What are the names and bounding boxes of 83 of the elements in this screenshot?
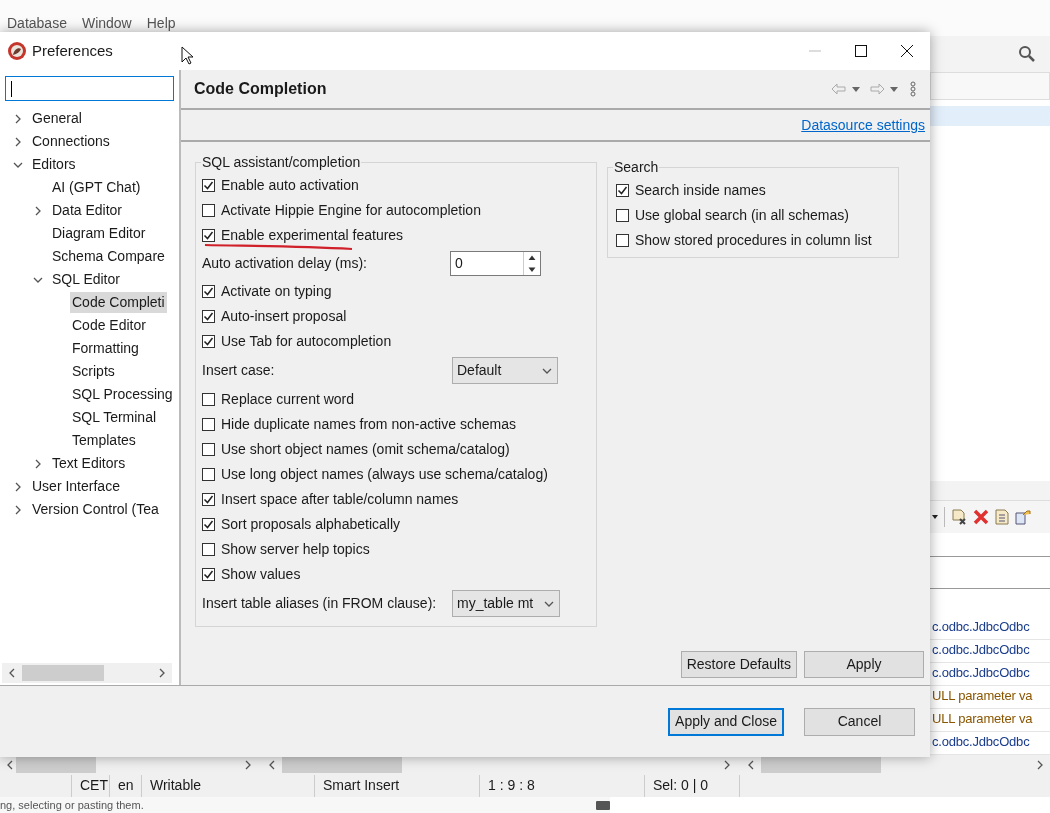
page-button[interactable]: Restore Defaults [680,651,797,678]
dropdown[interactable]: Default [452,357,558,384]
checkbox-label: Show values [221,565,301,584]
tree-item[interactable]: General [30,108,84,129]
checkbox[interactable] [202,493,215,506]
checkbox-label: Use short object names (omit schema/catalog) [221,440,510,459]
tree-item[interactable]: Text Editors [50,453,128,474]
dialog-button[interactable]: Cancel [804,707,915,736]
tree-item[interactable]: Editors [30,154,78,175]
mouse-pointer-icon [181,46,195,66]
field-label: Insert case: [202,361,276,380]
tree-item[interactable]: Diagram Editor [50,223,148,244]
tree-item[interactable]: Data Editor [50,200,125,221]
caret-icon[interactable] [932,513,938,520]
field-label: Auto activation delay (ms): [202,254,368,273]
checkbox-label: Activate Hippie Engine for autocompletion [221,201,481,220]
checkbox[interactable] [202,443,215,456]
checkbox[interactable] [202,418,215,431]
checkbox[interactable] [616,234,629,247]
tree-item[interactable]: Scripts [70,361,117,382]
window-title: Preferences [32,40,113,61]
checkbox-label: Enable auto activation [221,176,359,195]
horizontal-scrollbar[interactable] [2,663,172,683]
checkbox-label: Auto-insert proposal [221,307,347,326]
checkbox-label: Enable experimental features [221,226,404,245]
dialog-button[interactable]: Apply and Close [668,707,784,736]
menu-item[interactable]: Help [146,12,176,34]
checkbox-label: Activate on typing [221,282,332,301]
tree-item[interactable]: Connections [30,131,112,152]
checkbox[interactable] [202,543,215,556]
checkbox-label: Insert space after table/column names [221,490,459,509]
page-title: Code Completion [194,79,327,99]
checkbox[interactable] [202,204,215,217]
number-field[interactable]: 0 [450,251,541,276]
menu-item[interactable]: Window [81,12,132,34]
tree-item[interactable]: SQL Terminal [70,407,159,428]
checkbox[interactable] [202,568,215,581]
checkbox[interactable] [616,184,629,197]
menu-item[interactable]: Database [7,12,67,34]
checkbox-label: Use global search (in all schemas) [635,206,849,225]
checkbox-label: Show stored procedures in column list [635,231,872,250]
page-button[interactable]: Apply [804,651,924,678]
checkbox[interactable] [202,285,215,298]
document-remove-icon[interactable] [951,508,967,525]
checkbox-label: Use long object names (always use schema/catalog) [221,465,548,484]
tree-item[interactable]: Templates [70,430,138,451]
field-label: Insert table aliases (in FROM clause): [202,594,438,613]
tree-item[interactable]: User Interface [30,476,122,497]
tree-item[interactable]: SQL Processing [70,384,175,405]
delete-icon[interactable] [973,508,989,525]
checkbox[interactable] [202,229,215,242]
datasource-settings-link[interactable]: Datasource settings [801,114,925,136]
checkbox[interactable] [202,335,215,348]
more-options-icon[interactable] [909,81,917,97]
group-title: Search [613,158,660,177]
tree-item[interactable]: SQL Editor [50,269,122,290]
checkbox-label: Use Tab for autocompletion [221,332,392,351]
group-title: SQL assistant/completion [201,153,362,172]
status-cell: Sel: 0 | 0 [645,774,740,797]
dropdown[interactable]: my_table mt [452,590,561,617]
checkbox-label: Hide duplicate names from non-active schemas [221,415,516,434]
checkbox-label: Show server help topics [221,540,370,559]
checkbox[interactable] [202,179,215,192]
tree-item[interactable]: Code Editor [70,315,148,336]
checkbox[interactable] [202,518,215,531]
document-icon[interactable] [995,508,1009,525]
checkbox-label: Sort proposals alphabetically [221,515,400,534]
checkbox[interactable] [202,310,215,323]
document-export-icon[interactable] [1015,508,1031,525]
checkbox-label: Search inside names [635,181,766,200]
tree-item[interactable]: Version Control (Tea [30,499,161,520]
tree-item[interactable]: Schema Compare [50,246,167,267]
checkbox[interactable] [202,468,215,481]
checkbox-label: Replace current word [221,390,355,409]
checkbox[interactable] [202,393,215,406]
tree-item[interactable]: Code Completi [70,292,167,313]
status-hint: ng, selecting or pasting them. [0,797,144,813]
tree-item[interactable]: Formatting [70,338,141,359]
tree-item[interactable]: AI (GPT Chat) [50,177,143,198]
filter-field[interactable] [5,76,174,101]
app-logo-icon [7,41,27,61]
search-icon[interactable] [1018,44,1036,63]
checkbox[interactable] [616,209,629,222]
